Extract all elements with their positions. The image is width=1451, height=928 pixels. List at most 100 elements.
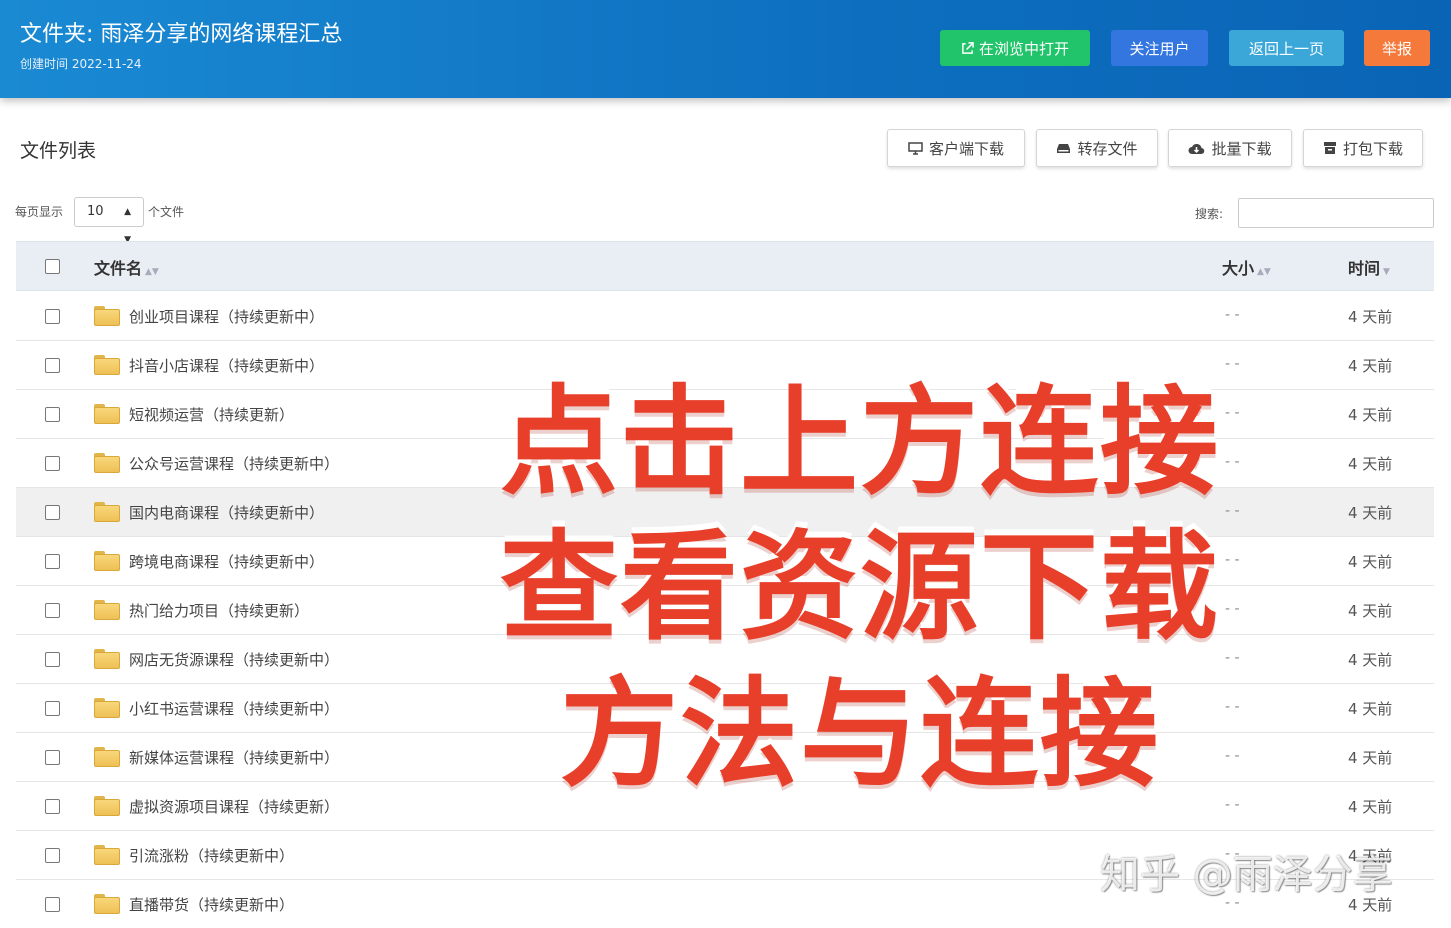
folder-icon	[94, 306, 120, 326]
row-checkbox[interactable]	[45, 799, 60, 814]
pack-download-button[interactable]: 打包下载	[1303, 129, 1423, 167]
file-name-link[interactable]: 创业项目课程（持续更新中）	[129, 306, 324, 327]
file-size: - -	[1225, 797, 1240, 813]
folder-icon	[94, 796, 120, 816]
row-checkbox[interactable]	[45, 456, 60, 471]
file-time: 4 天前	[1348, 406, 1393, 424]
folder-icon	[94, 355, 120, 375]
table-row[interactable]: 国内电商课程（持续更新中） - - 4 天前	[16, 488, 1434, 537]
report-button[interactable]: 举报	[1364, 30, 1430, 66]
row-checkbox[interactable]	[45, 848, 60, 863]
file-time: 4 天前	[1348, 357, 1393, 375]
row-checkbox[interactable]	[45, 603, 60, 618]
select-all-checkbox[interactable]	[45, 259, 60, 274]
table-row[interactable]: 小红书运营课程（持续更新中） - - 4 天前	[16, 684, 1434, 733]
folder-icon	[94, 453, 120, 473]
file-name-link[interactable]: 公众号运营课程（持续更新中）	[129, 453, 339, 474]
time-header-label: 时间	[1348, 259, 1381, 278]
per-page-value: 10	[87, 204, 104, 219]
table-row[interactable]: 创业项目课程（持续更新中） - - 4 天前	[16, 292, 1434, 341]
file-name-link[interactable]: 短视频运营（持续更新）	[129, 404, 294, 425]
table-row[interactable]: 抖音小店课程（持续更新中） - - 4 天前	[16, 341, 1434, 390]
client-download-button[interactable]: 客户端下载	[887, 129, 1025, 167]
name-header-label: 文件名	[94, 259, 143, 278]
file-size: - -	[1225, 699, 1240, 715]
search-label: 搜索:	[1195, 207, 1224, 221]
size-header-label: 大小	[1222, 259, 1255, 278]
table-row[interactable]: 虚拟资源项目课程（持续更新） - - 4 天前	[16, 782, 1434, 831]
file-name-link[interactable]: 新媒体运营课程（持续更新中）	[129, 747, 339, 768]
per-page-label: 每页显示	[15, 205, 64, 219]
created-date: 创建时间 2022-11-24	[20, 57, 142, 71]
file-name-link[interactable]: 小红书运营课程（持续更新中）	[129, 698, 339, 719]
file-time: 4 天前	[1348, 602, 1393, 620]
folder-icon	[94, 404, 120, 424]
cloud-download-icon	[1188, 143, 1205, 154]
row-checkbox[interactable]	[45, 407, 60, 422]
file-name-link[interactable]: 引流涨粉（持续更新中）	[129, 845, 294, 866]
file-name-link[interactable]: 热门给力项目（持续更新）	[129, 600, 309, 621]
file-size: - -	[1225, 748, 1240, 764]
file-time: 4 天前	[1348, 504, 1393, 522]
file-name-link[interactable]: 网店无货源课程（持续更新中）	[129, 649, 339, 670]
follow-user-button[interactable]: 关注用户	[1111, 30, 1208, 66]
open-in-browser-button[interactable]: 在浏览中打开	[940, 30, 1090, 66]
size-column-header[interactable]: 大小 ▲▼	[1222, 255, 1271, 279]
table-row[interactable]: 热门给力项目（持续更新） - - 4 天前	[16, 586, 1434, 635]
hdd-icon	[1057, 144, 1071, 153]
per-page-select[interactable]: 10 ▲ ▼	[74, 197, 144, 245]
file-time: 4 天前	[1348, 798, 1393, 816]
file-name-link[interactable]: 直播带货（持续更新中）	[129, 894, 294, 915]
table-row[interactable]: 新媒体运营课程（持续更新中） - - 4 天前	[16, 733, 1434, 782]
table-row[interactable]: 跨境电商课程（持续更新中） - - 4 天前	[16, 537, 1434, 586]
row-checkbox[interactable]	[45, 554, 60, 569]
file-time: 4 天前	[1348, 553, 1393, 571]
folder-icon	[94, 698, 120, 718]
save-files-label: 转存文件	[1077, 139, 1138, 158]
file-time: 4 天前	[1348, 700, 1393, 718]
search-input[interactable]	[1238, 198, 1434, 228]
file-size: - -	[1225, 454, 1240, 470]
row-checkbox[interactable]	[45, 750, 60, 765]
time-column-header[interactable]: 时间 ▼	[1348, 255, 1390, 279]
folder-icon	[94, 649, 120, 669]
file-time: 4 天前	[1348, 308, 1393, 326]
table-header: 文件名 ▲▼ 大小 ▲▼ 时间 ▼	[16, 241, 1434, 291]
sort-icon: ▲▼	[1257, 267, 1271, 277]
sort-icon: ▲▼	[145, 267, 159, 277]
file-name-link[interactable]: 跨境电商课程（持续更新中）	[129, 551, 324, 572]
row-checkbox[interactable]	[45, 309, 60, 324]
row-checkbox[interactable]	[45, 652, 60, 667]
file-list-title: 文件列表	[20, 140, 97, 162]
client-download-label: 客户端下载	[928, 139, 1004, 158]
file-name-link[interactable]: 国内电商课程（持续更新中）	[129, 502, 324, 523]
file-time: 4 天前	[1348, 651, 1393, 669]
row-checkbox[interactable]	[45, 897, 60, 912]
row-checkbox[interactable]	[45, 358, 60, 373]
row-checkbox[interactable]	[45, 701, 60, 716]
file-time: 4 天前	[1348, 455, 1393, 473]
go-back-button[interactable]: 返回上一页	[1229, 30, 1344, 66]
table-row[interactable]: 短视频运营（持续更新） - - 4 天前	[16, 390, 1434, 439]
archive-icon	[1323, 142, 1336, 154]
folder-title: 文件夹: 雨泽分享的网络课程汇总	[20, 22, 343, 47]
zhihu-watermark: 知乎 @雨泽分享	[1100, 852, 1393, 898]
file-size: - -	[1225, 307, 1240, 323]
file-time: 4 天前	[1348, 749, 1393, 767]
file-size: - -	[1225, 552, 1240, 568]
per-page-suffix: 个文件	[148, 205, 185, 219]
table-row[interactable]: 公众号运营课程（持续更新中） - - 4 天前	[16, 439, 1434, 488]
name-column-header[interactable]: 文件名 ▲▼	[94, 255, 159, 279]
file-name-link[interactable]: 抖音小店课程（持续更新中）	[129, 355, 324, 376]
sort-desc-icon: ▼	[1383, 267, 1390, 277]
file-size: - -	[1225, 356, 1240, 372]
row-checkbox[interactable]	[45, 505, 60, 520]
file-name-link[interactable]: 虚拟资源项目课程（持续更新）	[129, 796, 339, 817]
save-files-button[interactable]: 转存文件	[1036, 129, 1158, 167]
folder-icon	[94, 845, 120, 865]
open-in-browser-label: 在浏览中打开	[978, 39, 1069, 58]
folder-icon	[94, 747, 120, 767]
batch-download-button[interactable]: 批量下载	[1168, 129, 1292, 167]
table-row[interactable]: 网店无货源课程（持续更新中） - - 4 天前	[16, 635, 1434, 684]
batch-download-label: 批量下载	[1211, 139, 1272, 158]
